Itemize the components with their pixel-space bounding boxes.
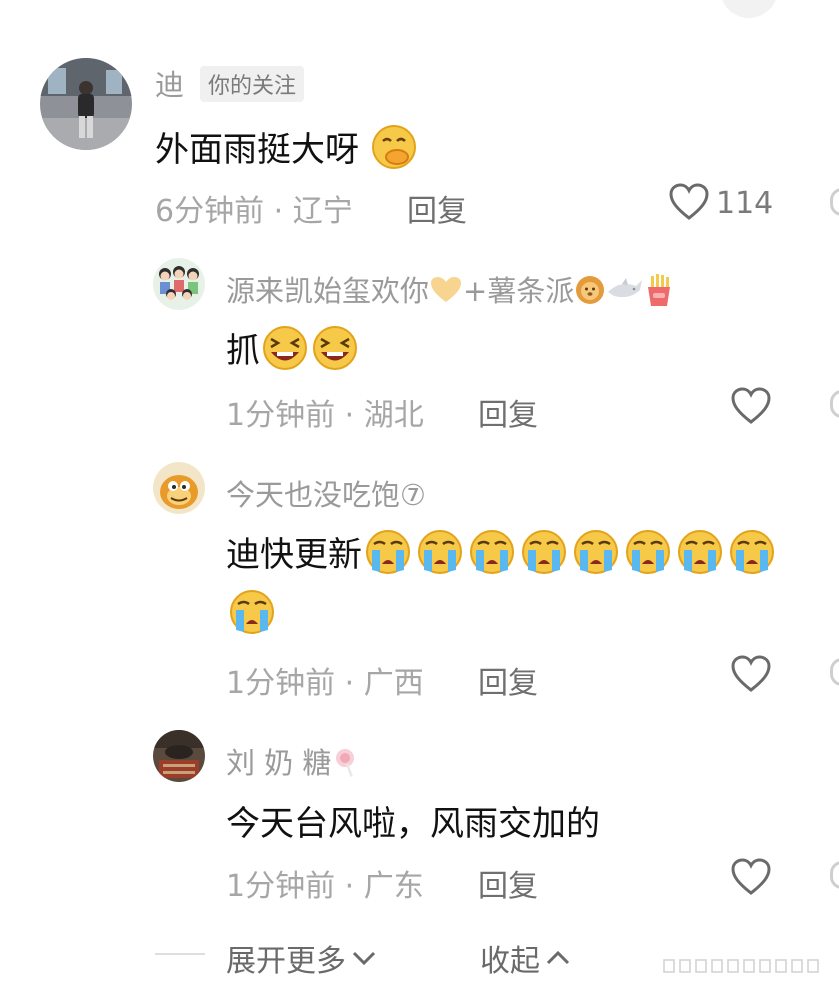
following-badge: 你的关注 [200, 66, 305, 102]
candy-icon [331, 746, 361, 785]
heart-outline-icon[interactable] [730, 857, 772, 901]
reply-content: 抓 [226, 323, 360, 380]
laughing-emoji [260, 325, 310, 380]
heart-outline-icon[interactable] [668, 182, 710, 226]
crying-emoji [226, 588, 278, 640]
laughing-emoji [310, 325, 360, 380]
chevron-up-icon [544, 941, 572, 976]
reply-username-text: 刘 奶 糖 [226, 746, 332, 780]
reply-username[interactable]: 今天也没吃饱⑦ [226, 472, 426, 514]
reply-content: 迪快更新 [226, 527, 778, 585]
reply-username[interactable]: 源来凯始玺欢你 +薯条派 [226, 268, 674, 314]
expand-more-button[interactable]: 展开更多 [226, 936, 378, 980]
crying-emoji [362, 528, 414, 585]
expand-more-label: 展开更多 [226, 944, 346, 979]
heart-outline-icon[interactable] [730, 654, 772, 698]
reply-button[interactable]: 回复 [478, 658, 538, 702]
collapse-button[interactable]: 收起 [480, 936, 572, 980]
reply-text: 抓 [226, 331, 260, 371]
heart-hands-icon [429, 275, 463, 312]
comment-text: 外面雨挺大呀 [155, 130, 359, 170]
like-count: 114 [716, 186, 774, 221]
reply-content: 今天台风啦，风雨交加的 [226, 804, 600, 844]
crying-emoji [622, 528, 674, 585]
chevron-down-icon [350, 941, 378, 976]
hand-over-mouth-emoji [370, 123, 418, 180]
divider [155, 953, 205, 955]
lion-icon [574, 274, 606, 313]
comment-time-location: 6分钟前 · 辽宁 [155, 194, 353, 229]
collapse-label: 收起 [480, 944, 540, 979]
crying-emoji [570, 528, 622, 585]
reply-username[interactable]: 刘 奶 糖 [226, 740, 361, 785]
fries-icon [644, 273, 674, 314]
avatar[interactable] [153, 462, 205, 514]
reply-username-text: 源来凯始玺欢你 [226, 274, 430, 308]
reply-time-location: 1分钟前 · 广西 [226, 666, 424, 701]
edge-indicator [830, 861, 839, 889]
shark-icon [606, 276, 644, 311]
reply-username-suffix: +薯条派 [463, 274, 575, 308]
reply-text: 迪快更新 [226, 535, 362, 575]
avatar[interactable] [153, 730, 205, 782]
reply-button[interactable]: 回复 [478, 861, 538, 905]
crying-emoji [726, 528, 778, 585]
reply-button[interactable]: 回复 [478, 390, 538, 434]
watermark [662, 958, 832, 974]
crying-emoji [414, 528, 466, 585]
reply-time-location: 1分钟前 · 湖北 [226, 398, 424, 433]
crying-emoji [518, 528, 570, 585]
edge-indicator [830, 390, 839, 418]
crying-emoji [674, 528, 726, 585]
top-partial-button[interactable] [720, 0, 778, 18]
comment-username[interactable]: 迪 [155, 62, 184, 104]
comment-content: 外面雨挺大呀 [155, 122, 418, 180]
edge-indicator [830, 658, 839, 686]
avatar[interactable] [153, 258, 205, 310]
reply-button[interactable]: 回复 [407, 186, 467, 230]
reply-time-location: 1分钟前 · 广东 [226, 869, 424, 904]
heart-outline-icon[interactable] [730, 386, 772, 430]
edge-indicator [830, 188, 839, 216]
crying-emoji [466, 528, 518, 585]
avatar[interactable] [40, 58, 132, 150]
